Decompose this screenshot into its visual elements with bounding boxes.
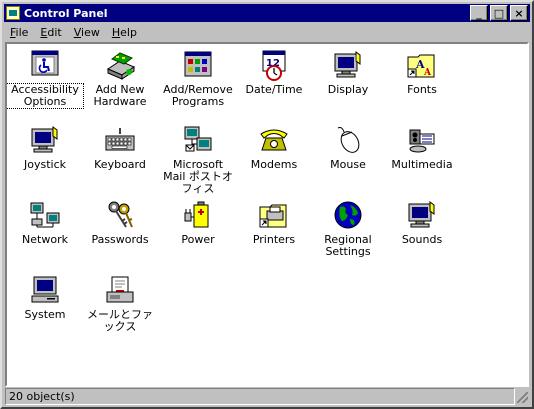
icon-label: Joystick: [23, 158, 66, 171]
multimedia-item[interactable]: Multimedia: [384, 124, 460, 171]
printer-folder-icon: [259, 204, 287, 228]
battery-icon: [184, 201, 209, 228]
add-remove-programs-item[interactable]: Add/Remove Programs: [160, 49, 236, 108]
icon-label: Regional Settings: [324, 233, 372, 258]
accessibility-icon: [31, 50, 59, 76]
fonts-folder-icon: A A: [407, 54, 435, 78]
icon-label: Date/Time: [245, 83, 303, 96]
calendar-clock-icon: 12: [262, 50, 286, 81]
mail-fax-icon: [106, 276, 134, 303]
icon-label: Sounds: [401, 233, 443, 246]
telephone-icon: [260, 129, 288, 151]
icon-label: Add/Remove Programs: [163, 83, 233, 108]
monitor-icon: [334, 51, 361, 78]
keyboard-item[interactable]: Keyboard: [82, 124, 158, 171]
computer-icon: [31, 276, 59, 303]
icon-label: Power: [181, 233, 215, 246]
svg-text:A: A: [423, 68, 432, 78]
resize-grip[interactable]: [515, 389, 529, 404]
programs-icon: [184, 51, 212, 77]
icon-label: Modems: [250, 158, 298, 171]
icon-label: Fonts: [407, 83, 437, 96]
sounds-item[interactable]: Sounds: [384, 199, 460, 246]
icon-label: Mouse: [330, 158, 366, 171]
network-item[interactable]: Network: [7, 199, 83, 246]
maximize-button[interactable]: □: [490, 5, 508, 21]
menu-help[interactable]: Help: [106, 26, 143, 39]
multimedia-icon: [409, 129, 435, 153]
menu-file[interactable]: File: [4, 26, 34, 39]
mouse-item[interactable]: Mouse: [310, 124, 386, 171]
date-time-item[interactable]: 12 Date/Time: [236, 49, 312, 96]
display-item[interactable]: Display: [310, 49, 386, 96]
modems-item[interactable]: Modems: [236, 124, 312, 171]
control-panel-window: Control Panel _ □ × File Edit View Help …: [0, 0, 534, 409]
minimize-button[interactable]: _: [470, 5, 488, 21]
icon-label: Keyboard: [94, 158, 146, 171]
keyboard-icon: [105, 128, 135, 151]
control-panel-icon[interactable]: [6, 6, 20, 20]
icon-label: Printers: [252, 233, 296, 246]
add-new-hardware-item[interactable]: Add New Hardware: [82, 49, 158, 108]
passwords-item[interactable]: Passwords: [82, 199, 158, 246]
icon-label: Display: [327, 83, 369, 96]
speaker-icon: [408, 201, 435, 228]
icon-label: Add New Hardware: [93, 83, 147, 108]
status-bar: 20 object(s): [5, 388, 529, 405]
globe-icon: [334, 201, 362, 229]
keys-icon: [108, 201, 133, 228]
icon-label: Microsoft Mail ポストオ フィス: [163, 158, 233, 195]
joystick-item[interactable]: Joystick: [7, 124, 83, 171]
icon-label: Network: [22, 233, 68, 246]
icon-view: Accessibility Options Add New Hardware A…: [5, 42, 529, 387]
system-item[interactable]: System: [7, 274, 83, 321]
icon-label: Multimedia: [391, 158, 453, 171]
microsoft-mail-postoffice-item[interactable]: Microsoft Mail ポストオ フィス: [160, 124, 236, 195]
printers-item[interactable]: Printers: [236, 199, 312, 246]
regional-settings-item[interactable]: Regional Settings: [310, 199, 386, 258]
menu-edit[interactable]: Edit: [34, 26, 67, 39]
icon-label: Passwords: [91, 233, 149, 246]
icon-label: System: [24, 308, 66, 321]
joystick-icon: [31, 126, 58, 153]
menu-bar: File Edit View Help: [4, 23, 530, 42]
mouse-icon: [337, 127, 360, 153]
title-bar[interactable]: Control Panel _ □ ×: [4, 4, 530, 22]
icon-label: メールとファックス: [87, 308, 153, 333]
window-title: Control Panel: [24, 6, 108, 20]
fonts-item[interactable]: A A Fonts: [384, 49, 460, 96]
object-count: 20 object(s): [5, 388, 515, 405]
menu-view[interactable]: View: [68, 26, 106, 39]
close-button[interactable]: ×: [510, 5, 528, 21]
icon-label: Accessibility Options: [7, 83, 84, 109]
network-icon: [30, 202, 60, 228]
power-item[interactable]: Power: [160, 199, 236, 246]
mail-postoffice-icon: [184, 126, 212, 152]
hardware-icon: [106, 52, 136, 80]
accessibility-options-item[interactable]: Accessibility Options: [7, 49, 84, 109]
mail-and-fax-item[interactable]: メールとファックス: [82, 274, 158, 333]
